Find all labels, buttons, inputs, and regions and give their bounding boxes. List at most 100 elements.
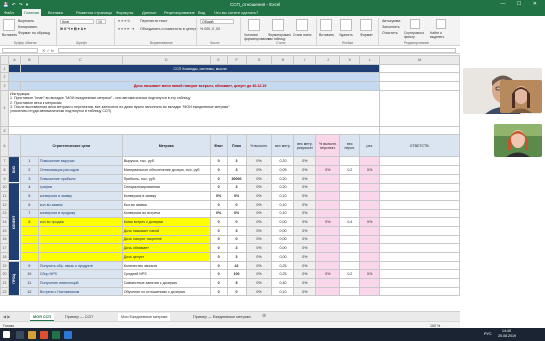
sheet-tab-my-daily-metrics[interactable]: Мои Ежедневные метрики: [118, 313, 171, 321]
result-value[interactable]: [359, 173, 381, 184]
header-responsible[interactable]: ОТВЕТСТВ.: [379, 134, 460, 158]
header-pct[interactable]: % выполн.: [245, 134, 273, 158]
metric-name[interactable]: Специализированная: [121, 182, 211, 193]
goal-name[interactable]: [37, 234, 123, 245]
goal-name[interactable]: конверсия в заявку: [37, 191, 123, 201]
weight-result-value[interactable]: 0%: [293, 208, 317, 219]
sheet-nav-arrows[interactable]: ◀ ▶: [3, 314, 10, 319]
header-pct-perspective[interactable]: % выполн. перспект.: [315, 134, 341, 158]
goal-number[interactable]: [19, 243, 39, 253]
tab-file[interactable]: Файл: [4, 10, 14, 15]
pct-perspective-value[interactable]: [315, 199, 341, 210]
metric-name[interactable]: Конверсия в заявку: [121, 191, 211, 201]
goal-number[interactable]: 5: [19, 191, 39, 201]
plan-value[interactable]: 30000: [226, 173, 247, 184]
fact-value[interactable]: 0: [209, 278, 228, 288]
goal-name[interactable]: Повышение прибыли: [37, 173, 123, 184]
pct-perspective-value[interactable]: [315, 173, 341, 184]
delete-cells-icon[interactable]: [340, 19, 352, 31]
window-controls[interactable]: — ☐ ✕: [501, 1, 542, 7]
font-size-select[interactable]: 10: [96, 19, 106, 24]
pct-value[interactable]: 0%: [245, 156, 273, 167]
weight-perspective-value[interactable]: [339, 173, 361, 184]
column-header[interactable]: A: [7, 55, 21, 65]
sheet-tab-example-daily-metrics[interactable]: Пример — Ежедневные метрики: [190, 313, 254, 321]
row-number[interactable]: 1: [0, 63, 9, 74]
column-header[interactable]: L: [359, 55, 381, 65]
column-header[interactable]: B: [19, 55, 39, 65]
column-header[interactable]: J: [315, 55, 341, 65]
row-number[interactable]: 6: [0, 134, 9, 158]
goal-number[interactable]: 2: [19, 165, 39, 175]
find-select-icon[interactable]: [436, 19, 446, 29]
weight-value[interactable]: 0,20: [271, 173, 295, 184]
plan-value[interactable]: 0: [226, 217, 247, 227]
weight-result-value[interactable]: 0%: [293, 286, 317, 297]
tab-formulas[interactable]: Формулы: [116, 10, 133, 15]
goal-number[interactable]: 3: [19, 173, 39, 184]
wrap-text-button[interactable]: Перенести текст: [140, 19, 168, 23]
fact-value[interactable]: 0: [209, 217, 228, 227]
zoom-level[interactable]: 100 %: [430, 324, 440, 328]
formula-input[interactable]: [58, 48, 456, 53]
column-header[interactable]: I: [293, 55, 317, 65]
goal-number[interactable]: 4: [19, 182, 39, 193]
pct-perspective-value[interactable]: [315, 278, 341, 288]
metric-name[interactable]: Котик встреч с дочерью: [121, 217, 211, 227]
sort-filter-icon[interactable]: [410, 19, 420, 29]
weight-value[interactable]: 0,25: [271, 260, 295, 271]
perspective-label[interactable]: ПРОЦ: [8, 261, 21, 296]
cell[interactable]: [379, 63, 460, 74]
goal-name[interactable]: трафик: [37, 182, 123, 193]
goal-name[interactable]: Встречи с Наставником: [37, 286, 123, 297]
tab-data[interactable]: Данные: [142, 10, 156, 15]
formula-buttons[interactable]: ✕ ✓ fx: [42, 48, 54, 53]
weight-result-value[interactable]: 0%: [293, 260, 317, 271]
column-header[interactable]: K: [339, 55, 361, 65]
weight-value[interactable]: 0,00: [271, 234, 295, 245]
weight-perspective-value[interactable]: [339, 182, 361, 193]
responsible-cell[interactable]: [379, 217, 460, 227]
goal-name[interactable]: Оптимизация расходов: [37, 165, 123, 175]
pct-value[interactable]: 0%: [245, 165, 273, 175]
weight-result-value[interactable]: 0%: [293, 243, 317, 253]
fact-value[interactable]: 0: [209, 286, 228, 297]
result-value[interactable]: [359, 191, 381, 201]
browser-icon[interactable]: [40, 330, 48, 339]
pct-value[interactable]: 0%: [245, 260, 273, 271]
weight-result-value[interactable]: 0%: [293, 252, 317, 262]
weight-perspective-value[interactable]: [339, 243, 361, 253]
header-goals[interactable]: Стратегические цели: [19, 134, 123, 158]
fact-value[interactable]: 0%: [209, 191, 228, 201]
app-icon[interactable]: [64, 330, 72, 339]
column-header[interactable]: F: [226, 55, 247, 65]
column-header[interactable]: [0, 55, 9, 65]
weight-value[interactable]: 0,20: [271, 156, 295, 167]
metric-name[interactable]: Количество звонков: [121, 260, 211, 271]
find-select-button[interactable]: Найти и выделить: [430, 31, 456, 39]
weight-value[interactable]: 0,20: [271, 182, 295, 193]
metric-name[interactable]: Дочь говорит искренне: [121, 234, 211, 245]
column-header[interactable]: E: [209, 55, 228, 65]
responsible-cell[interactable]: [379, 243, 460, 253]
perspective-label[interactable]: БИЗ: [8, 156, 21, 183]
goal-name[interactable]: Повышение выручки: [37, 156, 123, 167]
weight-value[interactable]: 0,00: [271, 252, 295, 262]
row-number[interactable]: 4: [0, 89, 9, 127]
file-explorer-icon[interactable]: [28, 330, 36, 339]
responsible-cell[interactable]: [379, 286, 460, 297]
pct-value[interactable]: 0%: [245, 199, 273, 210]
search-icon[interactable]: [16, 330, 24, 339]
header-metric[interactable]: Метрика: [121, 134, 211, 158]
goal-number[interactable]: 12: [19, 286, 39, 297]
plan-value[interactable]: 3: [226, 243, 247, 253]
result-value[interactable]: 0%: [359, 165, 381, 175]
responsible-cell[interactable]: [379, 156, 460, 167]
cell[interactable]: [7, 63, 21, 74]
sheet-table[interactable]: A B C D E F G H I J K L M 1 ССП Команды, системы, мысл…: [0, 55, 460, 297]
header-fact[interactable]: Факт: [209, 134, 228, 158]
weight-value[interactable]: 0,10: [271, 199, 295, 210]
pct-perspective-value[interactable]: 0%: [315, 165, 341, 175]
result-value[interactable]: 0%: [359, 217, 381, 227]
add-sheet-icon[interactable]: ⊕: [262, 313, 266, 319]
